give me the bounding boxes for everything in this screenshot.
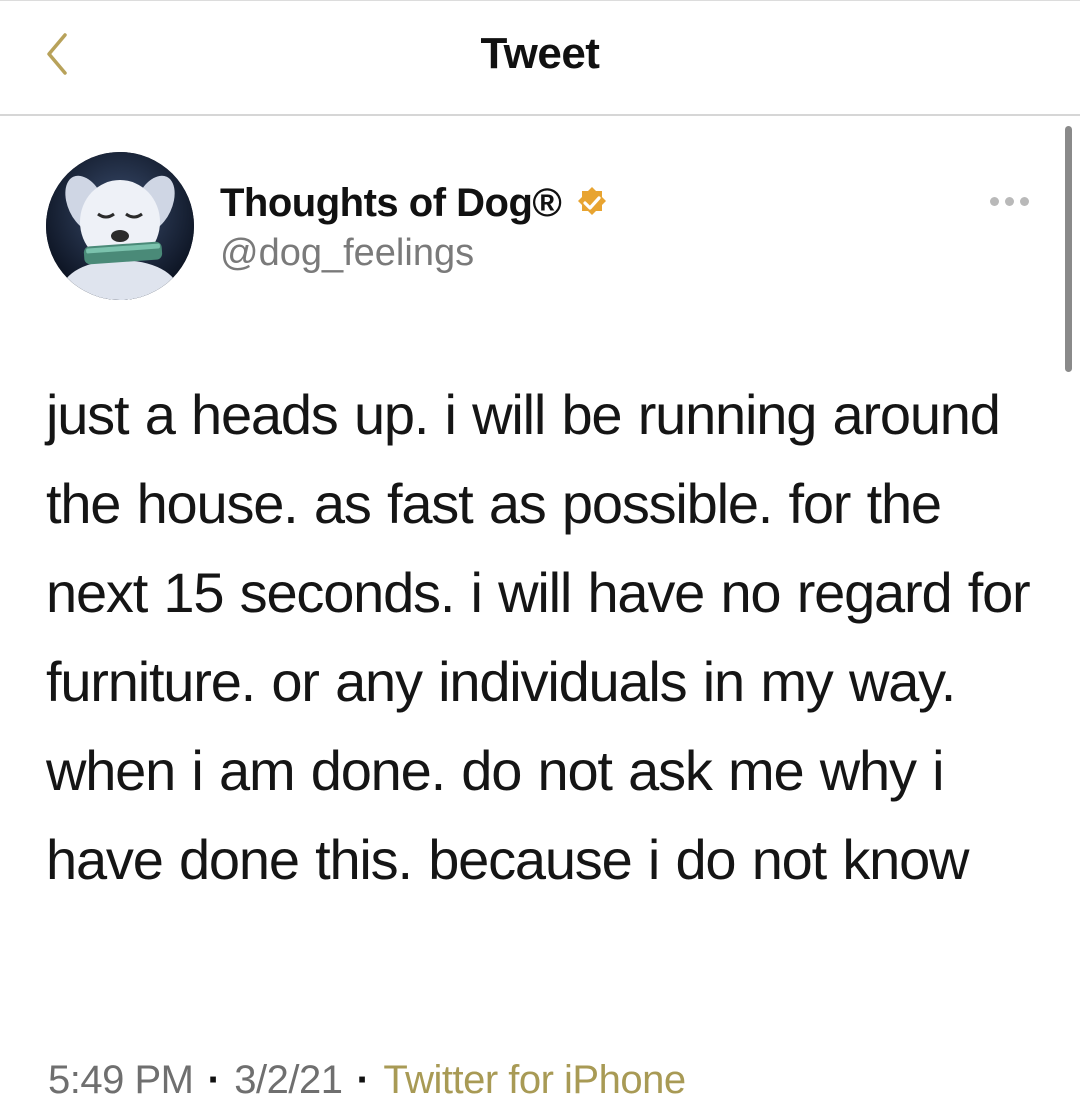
more-options-button[interactable] <box>984 186 1034 216</box>
scrollbar[interactable] <box>1065 126 1072 372</box>
tweet-source-link[interactable]: Twitter for iPhone <box>383 1058 686 1103</box>
profile-name[interactable]: Thoughts of Dog® <box>220 181 562 226</box>
tweet-meta: 5:49 PM · 3/2/21 · Twitter for iPhone <box>48 1058 686 1103</box>
meta-separator: · <box>207 1058 221 1102</box>
dot-icon <box>1019 196 1029 206</box>
profile-name-row: Thoughts of Dog® <box>220 176 611 230</box>
verified-badge-icon <box>573 184 611 222</box>
tweet-text: just a heads up. i will be running aroun… <box>46 383 1031 891</box>
meta-separator: · <box>356 1058 370 1102</box>
tweet-time: 5:49 PM <box>48 1058 194 1102</box>
profile-handle[interactable]: @dog_feelings <box>220 232 474 275</box>
tweet-date: 3/2/21 <box>234 1058 343 1102</box>
dog-avatar-icon <box>46 152 194 300</box>
dot-icon <box>1004 196 1014 206</box>
dot-icon <box>989 196 999 206</box>
page-title: Tweet <box>480 29 600 78</box>
avatar[interactable] <box>46 152 194 300</box>
top-bar: Tweet <box>0 0 1080 116</box>
